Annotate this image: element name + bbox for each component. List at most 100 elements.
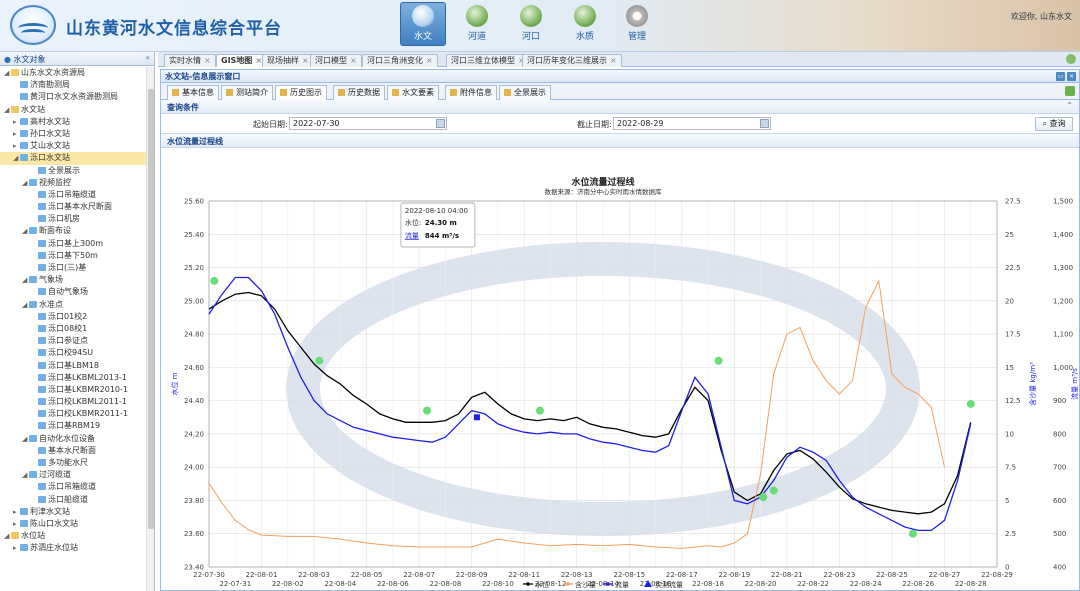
query-button[interactable]: ⌕ 查询 xyxy=(1035,117,1073,131)
tree-item[interactable]: 泺口基LKBMR2010-1 xyxy=(0,384,146,396)
tree-item[interactable]: 泺口(三)基 xyxy=(0,262,146,274)
tree-toggle-icon[interactable]: ◢ xyxy=(22,433,29,445)
calendar-icon[interactable] xyxy=(760,119,769,128)
tree-item-label: 泺口基LKBML2013-1 xyxy=(48,372,127,382)
tree-item-label: 利津水文站 xyxy=(30,506,70,516)
close-tab-icon[interactable]: × xyxy=(350,56,357,65)
tree-item[interactable]: ◢ 视频监控 xyxy=(0,177,146,189)
sub-tab[interactable]: 测站简介 xyxy=(221,85,273,100)
tree-toggle-icon[interactable]: ▸ xyxy=(13,116,20,128)
top-tab[interactable]: 河口模型 × xyxy=(310,54,362,67)
tree-item[interactable]: ▸ 利津水文站 xyxy=(0,506,146,518)
tree-item[interactable]: 泺口船缆道 xyxy=(0,494,146,506)
nav-water[interactable]: 水文 xyxy=(400,2,446,46)
sub-tab[interactable]: 水文要素 xyxy=(387,85,439,100)
tree-item[interactable]: ▸ 陈山口水文站 xyxy=(0,518,146,530)
sub-tab[interactable]: 历史数据 xyxy=(333,85,385,100)
tree-item[interactable]: 泺口基本水尺断面 xyxy=(0,201,146,213)
nav-management[interactable]: 管理 xyxy=(614,3,660,45)
station-icon xyxy=(38,337,46,345)
tree-item[interactable]: 泺口校LKBMR2011-1 xyxy=(0,408,146,420)
tree-toggle-icon[interactable]: ◢ xyxy=(4,104,11,116)
tree-toggle-icon[interactable]: ▸ xyxy=(13,140,20,152)
tree-item[interactable]: 泺口吊箱缆道 xyxy=(0,189,146,201)
tree-item[interactable]: 泺口基LKBML2013-1 xyxy=(0,372,146,384)
top-tab[interactable]: 河口三维立体模型× xyxy=(446,54,530,67)
sub-tab[interactable]: 基本信息 xyxy=(167,85,219,100)
top-tab[interactable]: 河口历年变化三维展示 × xyxy=(522,54,622,67)
nav-water-quality[interactable]: 水质 xyxy=(562,3,608,45)
tree-item[interactable]: 泺口校LKBML2011-1 xyxy=(0,396,146,408)
tree-scrollbar[interactable] xyxy=(146,67,154,591)
tree-item[interactable]: 全景展示 xyxy=(0,165,146,177)
collapse-icon[interactable]: « xyxy=(145,53,150,62)
tree-item[interactable]: 泺口基下50m xyxy=(0,250,146,262)
tree-item[interactable]: 泺口01校2 xyxy=(0,311,146,323)
tree-item[interactable]: ▸ 艾山水文站 xyxy=(0,140,146,152)
close-tab-icon[interactable]: × xyxy=(255,56,262,65)
tree-toggle-icon[interactable]: ▸ xyxy=(13,128,20,140)
station-icon xyxy=(38,264,46,271)
tree-toggle-icon[interactable]: ◢ xyxy=(22,274,29,286)
tree-item[interactable]: ◢ 水准点 xyxy=(0,299,146,311)
close-tab-icon[interactable]: × xyxy=(426,56,433,65)
tree-toggle-icon[interactable]: ◢ xyxy=(22,225,29,237)
tree-toggle-icon[interactable]: ▸ xyxy=(13,542,20,554)
sub-tab[interactable]: 全景展示 xyxy=(499,85,551,100)
tree-item[interactable]: 基本水尺断面 xyxy=(0,445,146,457)
tree-item[interactable]: ◢ 水文站 xyxy=(0,104,146,116)
chevron-up-icon[interactable]: ⌃ xyxy=(1066,101,1073,110)
tree-item[interactable]: ▸ 苏泗庄水位站 xyxy=(0,542,146,554)
tree-toggle-icon[interactable]: ◢ xyxy=(4,67,11,79)
tree-item[interactable]: ◢ 气象场 xyxy=(0,274,146,286)
top-tab[interactable]: 河口三角洲变化 × xyxy=(362,54,438,67)
export-icon[interactable] xyxy=(1065,86,1075,96)
tree-item[interactable]: 黄河口水文水资源勘测局 xyxy=(0,91,146,103)
start-date-input[interactable]: 2022-07-30 xyxy=(289,117,447,130)
close-tab-icon[interactable]: × xyxy=(204,56,211,65)
sub-tab[interactable]: 历史图示 xyxy=(275,85,327,100)
tree-item[interactable]: 泺口08校1 xyxy=(0,323,146,335)
tree-item[interactable]: 泺口参证点 xyxy=(0,335,146,347)
tree-toggle-icon[interactable]: ◢ xyxy=(22,469,29,481)
top-tab[interactable]: GIS地图 × xyxy=(216,54,268,67)
y-right1-tick: 22.5 xyxy=(1005,264,1021,272)
tree-item[interactable]: 多功能水尺 xyxy=(0,457,146,469)
tree-item[interactable]: 泺口基LBM18 xyxy=(0,360,146,372)
tree-item[interactable]: 泺口吊箱缆道 xyxy=(0,481,146,493)
tree-item[interactable]: 泺口基RBM19 xyxy=(0,420,146,432)
minimize-icon[interactable]: ▭ xyxy=(1056,72,1065,81)
tree-toggle-icon[interactable]: ▸ xyxy=(13,518,20,530)
tree-item[interactable]: 泺口基上300m xyxy=(0,238,146,250)
nav-river-channel[interactable]: 河道 xyxy=(454,3,500,45)
close-tab-icon[interactable]: × xyxy=(610,56,617,65)
tree-toggle-icon[interactable]: ◢ xyxy=(22,299,29,311)
calendar-icon[interactable] xyxy=(436,119,445,128)
tree-item[interactable]: ▸ 高村水文站 xyxy=(0,116,146,128)
tree-toggle-icon[interactable]: ◢ xyxy=(4,530,11,542)
sub-tab[interactable]: 附件信息 xyxy=(445,85,497,100)
tree-item[interactable]: 济南勘测局 xyxy=(0,79,146,91)
tree-item[interactable]: ▸ 孙口水文站 xyxy=(0,128,146,140)
close-tab-icon[interactable]: × xyxy=(302,56,309,65)
tree-item[interactable]: ◢ 山东水文水资源局 xyxy=(0,67,146,79)
top-tab[interactable]: 现场抽样 × xyxy=(262,54,314,67)
tree-item[interactable]: ◢ 断面布设 xyxy=(0,225,146,237)
tree-item-label: 泺口船缆道 xyxy=(48,494,88,504)
tree-item[interactable]: ◢ 自动化水位设备 xyxy=(0,433,146,445)
tree-toggle-icon[interactable]: ◢ xyxy=(22,177,29,189)
close-icon[interactable]: ✕ xyxy=(1067,72,1076,81)
tree-toggle-icon[interactable]: ◢ xyxy=(13,152,20,164)
tree-item[interactable]: ◢ 过河缆道 xyxy=(0,469,146,481)
tree-item[interactable]: ◢ 泺口水文站 xyxy=(0,152,146,165)
tree-item[interactable]: 泺口校94SU xyxy=(0,347,146,359)
refresh-icon[interactable] xyxy=(1066,54,1076,64)
nav-estuary[interactable]: 河口 xyxy=(508,3,554,45)
tree-toggle-icon[interactable]: ▸ xyxy=(13,506,20,518)
tree-item[interactable]: 自动气象场 xyxy=(0,286,146,298)
tree-item[interactable]: 泺口机房 xyxy=(0,213,146,225)
scrollbar-thumb[interactable] xyxy=(148,89,154,529)
top-tab[interactable]: 实时水情 × xyxy=(164,54,216,67)
end-date-input[interactable]: 2022-08-29 xyxy=(613,117,771,130)
tree-item[interactable]: ◢ 水位站 xyxy=(0,530,146,542)
